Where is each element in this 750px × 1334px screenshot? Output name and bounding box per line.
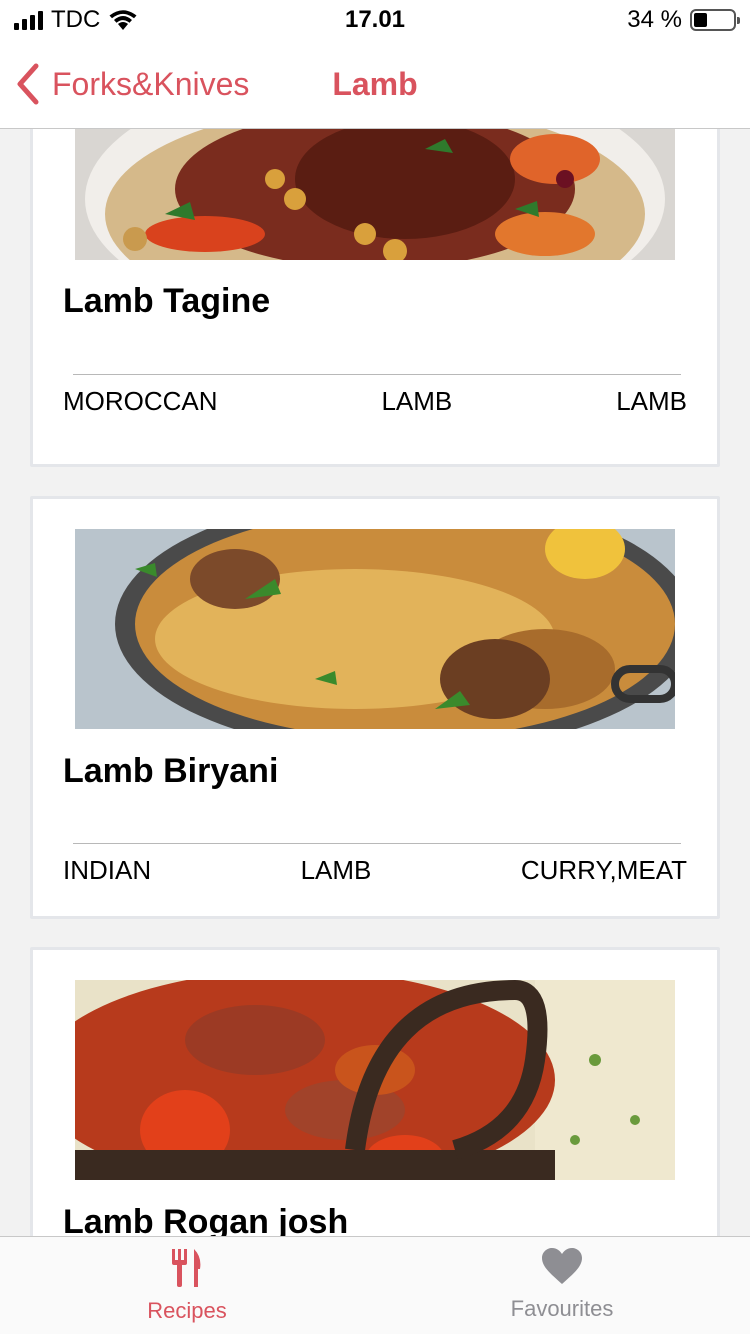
tab-bar: Recipes Favourites	[0, 1236, 750, 1334]
tag-category: LAMB	[616, 386, 687, 416]
tag-category: CURRY,MEAT	[520, 855, 687, 885]
battery-percent: 34 %	[627, 6, 682, 33]
card-divider	[73, 374, 681, 375]
recipe-card[interactable]: Lamb Biryani INDIAN LAMB CURRY,MEAT	[30, 496, 720, 919]
recipe-image	[75, 529, 675, 729]
recipe-card[interactable]: Lamb Rogan josh	[30, 947, 720, 1236]
tab-label: Favourites	[510, 1296, 614, 1321]
status-right: 34 %	[627, 6, 740, 34]
status-bar: TDC 17.01 34 %	[0, 0, 750, 40]
recipe-tags: INDIAN LAMB CURRY,MEAT	[63, 855, 687, 886]
recipe-card[interactable]: Lamb Tagine MOROCCAN LAMB LAMB	[30, 129, 720, 467]
recipe-title: Lamb Biryani	[63, 752, 279, 790]
battery-fill	[694, 13, 707, 27]
tag-cuisine: MOROCCAN	[63, 386, 218, 416]
page-title: Lamb	[332, 66, 418, 102]
tab-favourites[interactable]: Favourites	[462, 1247, 662, 1322]
tag-cuisine: INDIAN	[63, 855, 152, 885]
tab-recipes[interactable]: Recipes	[87, 1247, 287, 1324]
recipe-title: Lamb Rogan josh	[63, 1203, 349, 1236]
heart-icon	[542, 1248, 582, 1284]
navigation-bar: Forks&Knives Lamb	[0, 40, 750, 129]
fork-knife-icon	[172, 1249, 201, 1287]
recipe-tags: MOROCCAN LAMB LAMB	[63, 386, 687, 417]
recipe-image	[75, 129, 675, 260]
battery-icon	[690, 9, 740, 31]
recipe-image	[75, 980, 675, 1180]
recipe-title: Lamb Tagine	[63, 282, 271, 320]
card-divider	[73, 843, 681, 844]
tag-main-ingredient: LAMB	[381, 386, 453, 416]
recipe-list[interactable]: Lamb Tagine MOROCCAN LAMB LAMB Lamb Biry…	[0, 129, 750, 1236]
tab-label: Recipes	[147, 1298, 227, 1323]
tag-main-ingredient: LAMB	[300, 855, 372, 885]
